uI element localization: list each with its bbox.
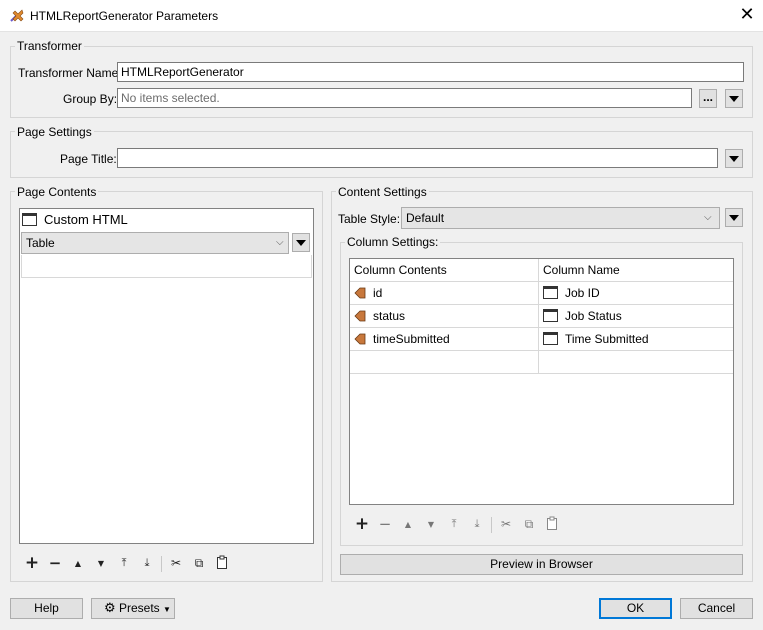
remove-icon[interactable]: −	[377, 516, 393, 532]
move-down-icon[interactable]: ▼	[93, 556, 109, 572]
table-style-menu-button[interactable]	[725, 208, 743, 227]
dropdown-arrow-icon	[296, 239, 306, 246]
group-by-field[interactable]: No items selected.	[117, 88, 692, 108]
column-header-name[interactable]: Column Name	[539, 259, 733, 282]
presets-label: Presets	[119, 601, 160, 615]
cut-icon[interactable]: ✂	[498, 516, 514, 532]
column-name-cell[interactable]: Time Submitted	[539, 328, 733, 351]
window-title: HTMLReportGenerator Parameters	[30, 9, 219, 23]
chevron-down-icon: ⌵	[276, 237, 284, 248]
paste-icon-glyph	[547, 516, 557, 530]
transformer-name-label: Transformer Name:	[18, 66, 122, 80]
empty-cell	[350, 351, 539, 374]
toolbar-separator	[491, 517, 492, 533]
window-icon	[22, 213, 37, 226]
page-title-menu-button[interactable]	[725, 149, 743, 168]
table-style-value: Default	[406, 211, 445, 225]
transformer-legend: Transformer	[15, 39, 84, 53]
column-settings-legend: Column Settings:	[345, 235, 441, 249]
group-by-menu-button[interactable]	[725, 89, 743, 108]
chevron-down-icon: ⌵	[704, 212, 712, 223]
move-up-icon[interactable]: ▲	[70, 556, 86, 572]
move-top-icon[interactable]: ⤒	[116, 555, 132, 571]
content-type-menu-button[interactable]	[292, 233, 310, 252]
column-name-text: Job Status	[565, 309, 622, 323]
page-title-label: Page Title:	[60, 152, 117, 166]
empty-table-row[interactable]	[350, 351, 733, 374]
transformer-name-field[interactable]: HTMLReportGenerator	[117, 62, 744, 82]
ok-button[interactable]: OK	[599, 598, 672, 619]
column-header-contents[interactable]: Column Contents	[350, 259, 539, 282]
paste-icon[interactable]	[214, 555, 230, 574]
attribute-icon	[354, 333, 366, 345]
column-table: Column Contents Column Name id Job ID st…	[350, 259, 733, 374]
move-down-icon[interactable]: ▼	[423, 517, 439, 533]
column-name-cell[interactable]: Job Status	[539, 305, 733, 328]
empty-list-row	[21, 255, 312, 278]
attribute-icon	[354, 310, 366, 322]
column-contents-cell[interactable]: id	[350, 282, 539, 305]
page-settings-legend: Page Settings	[15, 125, 94, 139]
page-contents-legend: Page Contents	[15, 185, 99, 199]
text-value-icon	[543, 286, 558, 299]
move-bottom-icon[interactable]: ⤓	[469, 516, 485, 532]
table-row[interactable]: id Job ID	[350, 282, 733, 305]
preview-in-browser-button[interactable]: Preview in Browser	[340, 554, 743, 575]
add-icon[interactable]: +	[354, 516, 370, 533]
paste-icon-glyph	[217, 555, 227, 569]
move-top-icon[interactable]: ⤒	[446, 516, 462, 532]
close-icon[interactable]: ✕	[737, 5, 757, 25]
page-title-field[interactable]	[117, 148, 718, 168]
list-item[interactable]: Custom HTML	[22, 212, 128, 227]
column-contents-cell[interactable]: timeSubmitted	[350, 328, 539, 351]
dropdown-arrow-icon	[729, 95, 739, 102]
cut-icon[interactable]: ✂	[168, 555, 184, 571]
column-contents-text: timeSubmitted	[373, 332, 450, 346]
add-icon[interactable]: +	[24, 555, 40, 572]
content-type-select[interactable]: Table	[21, 232, 289, 254]
remove-icon[interactable]: −	[47, 555, 63, 571]
table-style-label: Table Style:	[338, 212, 401, 226]
table-style-select[interactable]: Default	[401, 207, 720, 229]
paste-icon[interactable]	[544, 516, 560, 535]
text-value-icon	[543, 332, 558, 345]
content-type-value: Table	[26, 236, 55, 250]
column-name-cell[interactable]: Job ID	[539, 282, 733, 305]
table-row[interactable]: timeSubmitted Time Submitted	[350, 328, 733, 351]
copy-icon[interactable]: ⧉	[191, 555, 207, 571]
empty-cell	[539, 351, 733, 374]
column-contents-text: status	[373, 309, 406, 323]
table-row[interactable]: status Job Status	[350, 305, 733, 328]
attribute-icon	[354, 287, 366, 299]
text-value-icon	[543, 309, 558, 322]
list-item-label: Custom HTML	[44, 212, 128, 227]
toolbar-separator	[161, 556, 162, 572]
transformer-icon	[10, 9, 24, 22]
column-contents-text: id	[373, 286, 383, 300]
move-up-icon[interactable]: ▲	[400, 517, 416, 533]
group-by-ellipsis-button[interactable]: ...	[699, 89, 717, 108]
presets-button[interactable]: ⚙ Presets ▼	[91, 598, 175, 619]
move-bottom-icon[interactable]: ⤓	[139, 555, 155, 571]
group-by-label: Group By:	[63, 92, 118, 106]
dropdown-arrow-icon: ▼	[163, 605, 171, 614]
column-name-text: Time Submitted	[565, 332, 649, 346]
copy-icon[interactable]: ⧉	[521, 516, 537, 532]
dropdown-arrow-icon	[729, 155, 739, 162]
column-contents-cell[interactable]: status	[350, 305, 539, 328]
help-button[interactable]: Help	[10, 598, 83, 619]
column-name-text: Job ID	[565, 286, 600, 300]
dropdown-arrow-icon	[729, 214, 739, 221]
content-settings-legend: Content Settings	[336, 185, 429, 199]
presets-gear-icon: ⚙	[104, 601, 116, 616]
cancel-button[interactable]: Cancel	[680, 598, 753, 619]
table-header: Column Contents Column Name	[350, 259, 733, 282]
